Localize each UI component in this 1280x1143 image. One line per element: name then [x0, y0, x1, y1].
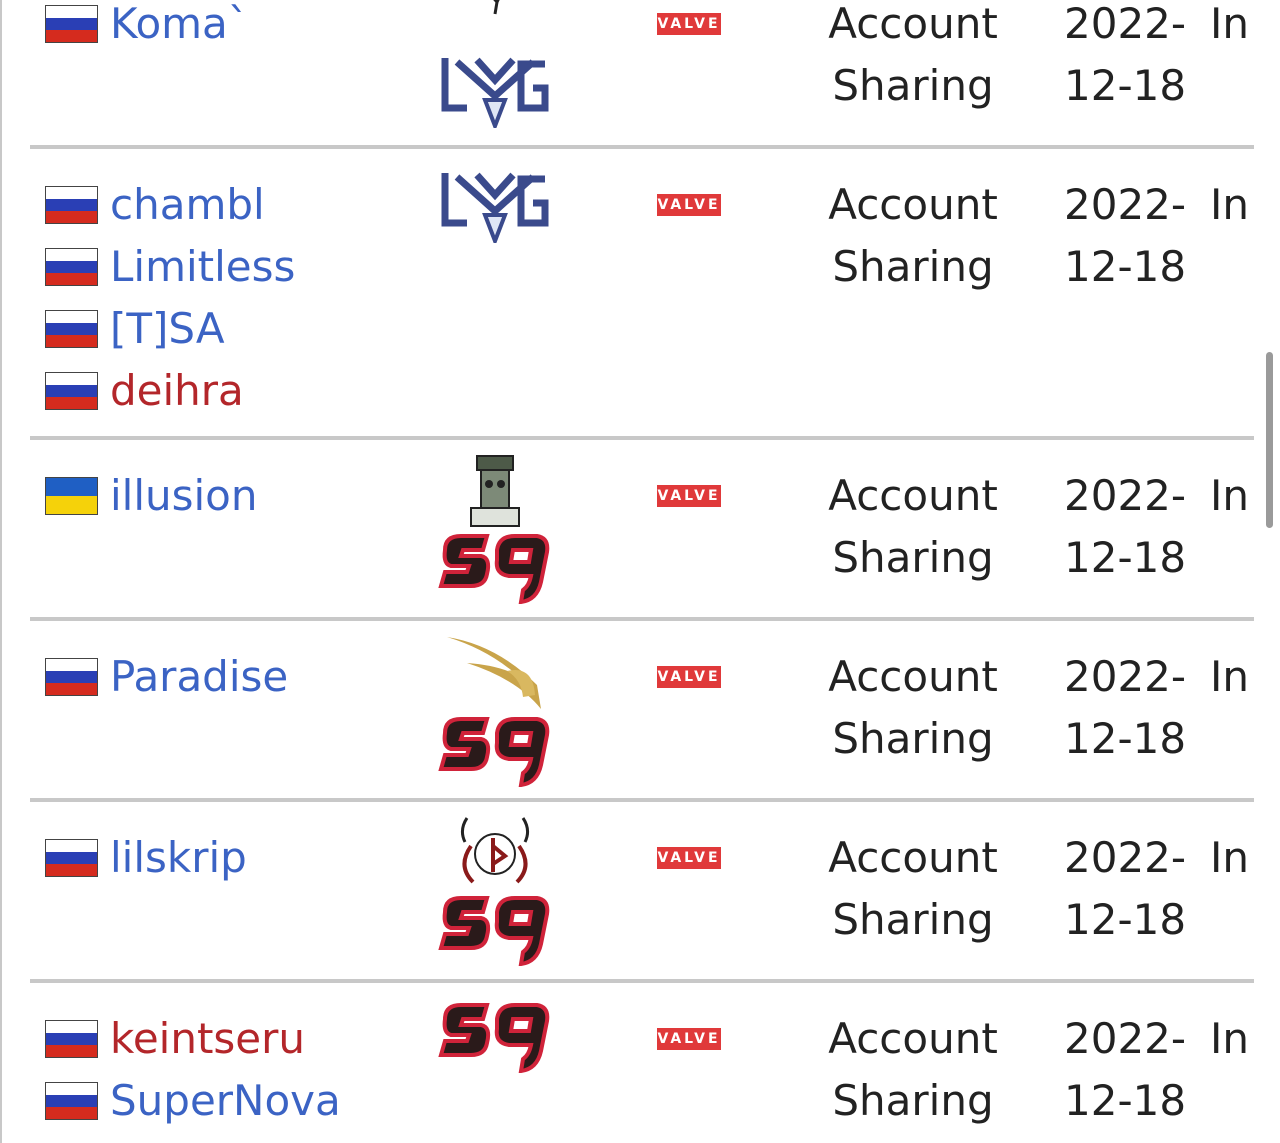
lvg-team-logo-icon[interactable] — [437, 165, 553, 247]
valve-badge: VALVE — [657, 847, 721, 869]
reason-line: Sharing — [832, 1076, 994, 1125]
reason-line: Sharing — [832, 895, 994, 944]
row-divider — [30, 145, 1254, 149]
sg-team-logo-icon[interactable] — [437, 530, 553, 608]
date-line: 2022- — [1064, 652, 1187, 701]
russia-flag-icon — [45, 248, 98, 286]
ban-date: 2022- 12-18 — [1064, 0, 1186, 117]
ban-status: In — [1210, 471, 1250, 520]
reason-line: Account — [828, 0, 998, 48]
ban-reason: Account Sharing — [813, 827, 1013, 951]
ban-date: 2022- 12-18 — [1064, 827, 1186, 951]
date-line: 2022- — [1064, 833, 1187, 882]
russia-flag-icon — [45, 310, 98, 348]
player-entry: Koma` — [45, 0, 249, 55]
ban-status: In — [1210, 833, 1250, 882]
player-link[interactable]: keintseru — [110, 1008, 305, 1070]
reason-line: Sharing — [832, 242, 994, 291]
reason-line: Sharing — [832, 714, 994, 763]
gold-helmet-team-logo-icon[interactable] — [437, 635, 553, 715]
russia-flag-icon — [45, 5, 98, 43]
ban-reason: Account Sharing — [813, 0, 1013, 117]
player-entry: [T]SA — [45, 298, 225, 360]
player-link[interactable]: [T]SA — [110, 298, 225, 360]
russia-flag-icon — [45, 372, 98, 410]
russia-flag-icon — [45, 839, 98, 877]
player-entry: Limitless — [45, 236, 295, 298]
date-line: 12-18 — [1064, 1076, 1187, 1125]
player-entry: Paradise — [45, 646, 288, 708]
reason-line: Account — [828, 833, 998, 882]
reason-line: Sharing — [832, 533, 994, 582]
row-divider — [30, 436, 1254, 440]
valve-badge: VALVE — [657, 1028, 721, 1050]
player-entry: deihra — [45, 360, 244, 422]
date-line: 12-18 — [1064, 714, 1187, 763]
player-entry: keintseru — [45, 1008, 305, 1070]
row-divider — [30, 798, 1254, 802]
ban-date: 2022- 12-18 — [1064, 465, 1186, 589]
player-entry: SuperNova — [45, 1070, 341, 1132]
player-entry: illusion — [45, 465, 258, 527]
russia-flag-icon — [45, 658, 98, 696]
reason-line: Account — [828, 1014, 998, 1063]
ban-reason: Account Sharing — [813, 465, 1013, 589]
ban-reason: Account Sharing — [813, 174, 1013, 298]
date-line: 12-18 — [1064, 61, 1187, 110]
player-link[interactable]: Paradise — [110, 646, 288, 708]
date-line: 2022- — [1064, 180, 1187, 229]
date-line: 12-18 — [1064, 895, 1187, 944]
player-link[interactable]: Koma` — [110, 0, 249, 55]
reason-line: Account — [828, 471, 998, 520]
ban-reason: Account Sharing — [813, 646, 1013, 770]
valve-badge: VALVE — [657, 485, 721, 507]
russia-flag-icon — [45, 1020, 98, 1058]
reason-line: Sharing — [832, 61, 994, 110]
date-line: 2022- — [1064, 0, 1187, 48]
reason-line: Account — [828, 652, 998, 701]
date-line: 12-18 — [1064, 533, 1187, 582]
row-divider — [30, 979, 1254, 983]
demon-team-logo-icon[interactable] — [437, 816, 553, 894]
sg-team-logo-icon[interactable] — [437, 892, 553, 970]
ban-status: In — [1210, 652, 1250, 701]
date-line: 2022- — [1064, 471, 1187, 520]
date-line: 2022- — [1064, 1014, 1187, 1063]
ukraine-flag-icon — [45, 477, 98, 515]
player-link[interactable]: Limitless — [110, 236, 295, 298]
russia-flag-icon — [45, 1082, 98, 1120]
ban-status: In — [1210, 1014, 1250, 1063]
valve-badge: VALVE — [657, 666, 721, 688]
valve-badge: VALVE — [657, 194, 721, 216]
ban-date: 2022- 12-18 — [1064, 174, 1186, 298]
scrollbar[interactable] — [1266, 352, 1273, 528]
virtus-pro-team-logo-icon[interactable] — [437, 0, 553, 20]
sg-team-logo-icon[interactable] — [437, 999, 553, 1077]
russia-flag-icon — [45, 186, 98, 224]
page-left-border — [0, 0, 2, 1143]
row-divider — [30, 617, 1254, 621]
valve-badge: VALVE — [657, 13, 721, 35]
lvg-team-logo-icon[interactable] — [437, 50, 553, 132]
player-link[interactable]: deihra — [110, 360, 244, 422]
date-line: 12-18 — [1064, 242, 1187, 291]
ban-reason: Account Sharing — [813, 1008, 1013, 1132]
player-entry: chambl — [45, 174, 265, 236]
sg-team-logo-icon[interactable] — [437, 713, 553, 791]
ban-date: 2022- 12-18 — [1064, 1008, 1186, 1132]
player-link[interactable]: chambl — [110, 174, 265, 236]
player-link[interactable]: illusion — [110, 465, 258, 527]
ban-status: In — [1210, 0, 1250, 48]
totem-team-logo-icon[interactable] — [437, 454, 553, 532]
ban-status: In — [1210, 180, 1250, 229]
reason-line: Account — [828, 180, 998, 229]
player-link[interactable]: lilskrip — [110, 827, 247, 889]
player-link[interactable]: SuperNova — [110, 1070, 341, 1132]
ban-date: 2022- 12-18 — [1064, 646, 1186, 770]
player-entry: lilskrip — [45, 827, 247, 889]
